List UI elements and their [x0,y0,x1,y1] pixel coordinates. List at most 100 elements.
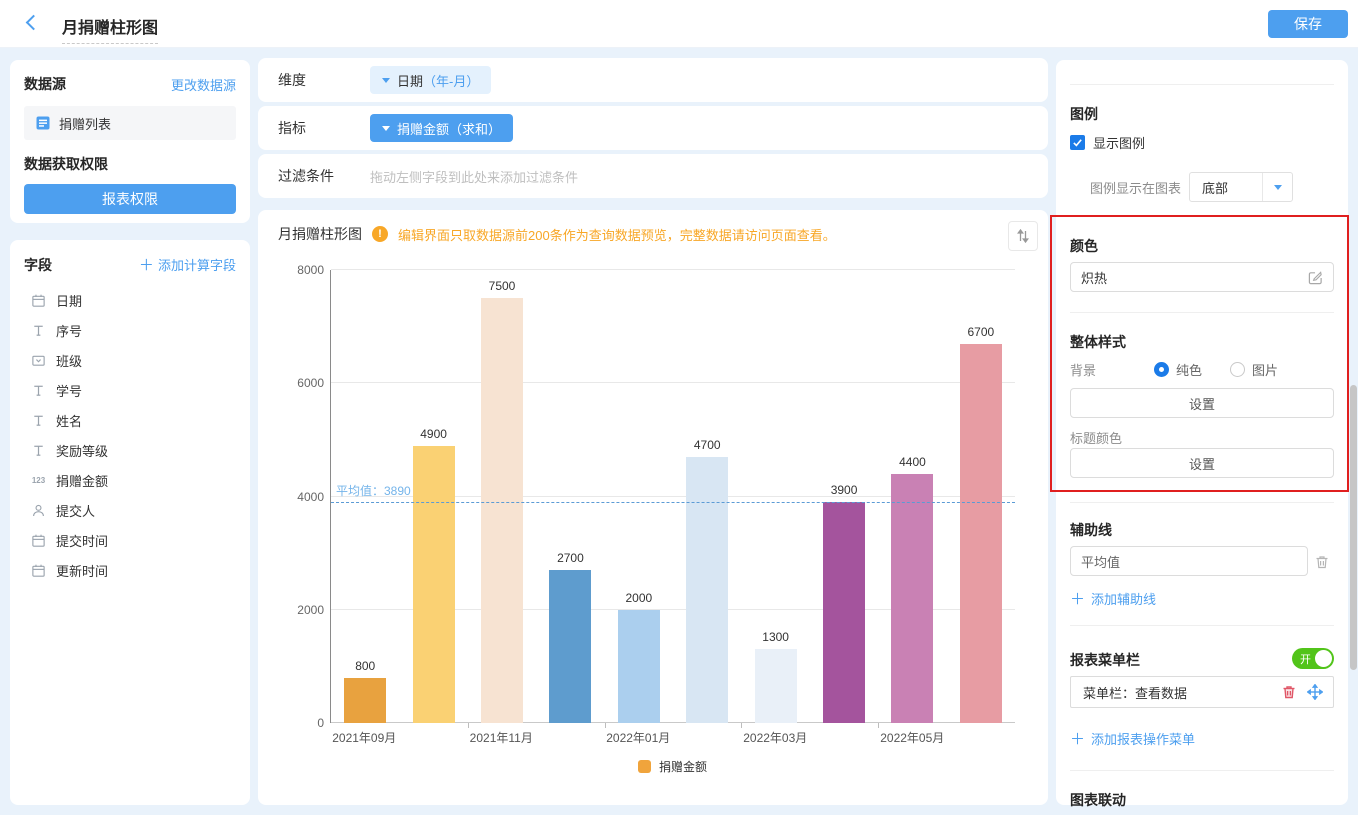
color-theme-input[interactable]: 炽热 [1070,262,1334,292]
report-permission-button[interactable]: 报表权限 [24,184,236,214]
x-axis-label: 2021年11月 [469,731,533,745]
show-legend-label: 显示图例 [1093,136,1146,151]
show-legend-checkbox[interactable] [1070,135,1085,150]
color-section-title: 颜色 [1070,238,1098,254]
scrollbar[interactable] [1350,385,1357,670]
metric-row: 指标 捐赠金额（求和） [258,106,1048,150]
plus-icon: ＋ [1070,591,1086,608]
check-icon [1073,139,1082,147]
x-axis-labels: 2021年09月 2021年11月 2022年01月 2022年03月 2022年05月 [330,729,1015,746]
filter-row[interactable]: 过滤条件 拖动左侧字段到此处来添加过滤条件 [258,154,1048,198]
solid-color-radio[interactable] [1154,362,1169,377]
add-calc-field-link[interactable]: ＋ 添加计算字段 [139,254,236,275]
permission-heading: 数据获取权限 [24,156,108,172]
bar[interactable] [823,502,866,723]
toggle-on-label: 开 [1300,654,1311,666]
bar[interactable] [412,445,455,723]
field-item[interactable]: 123 捐赠金额 [24,465,236,495]
change-datasource-link[interactable]: 更改数据源 [171,75,236,94]
x-axis-tick-mark [604,723,606,728]
edit-icon[interactable] [1308,270,1323,285]
image-radio[interactable] [1230,362,1246,377]
bar-slot: 4700 [673,270,741,723]
legend-label: 捐赠金额 [658,760,707,774]
page-title: 月捐赠柱形图 [62,14,159,44]
bar-value-label: 7500 [488,279,516,294]
bar-value-label: 4900 [420,426,447,441]
y-axis-tick-label: 0 [317,716,324,730]
field-label: 提交时间 [56,533,109,549]
y-axis-tick-label: 4000 [297,489,324,504]
guide-line-name: 平均值 [1081,554,1121,570]
field-list: 日期序号班级学号姓名奖励等级 123 捐赠金额 提交人提交时间更新时间 [24,285,236,585]
warning-text: 编辑界面只取数据源前200条作为查询数据预览，完整数据请访问页面查看。 [398,227,836,243]
menu-item-row[interactable]: 菜单栏：查看数据 [1070,676,1334,708]
toggle-knob [1315,650,1332,667]
save-button[interactable]: 保存 [1268,10,1348,38]
dimension-pill[interactable]: 日期（年-月） [370,66,492,94]
bar-value-label: 6700 [967,324,995,339]
bar[interactable] [686,456,729,723]
bar[interactable] [754,649,797,723]
image-label: 图片 [1252,363,1279,378]
bar[interactable] [344,677,387,723]
delete-menu-item-button[interactable] [1279,682,1299,702]
field-item[interactable]: 更新时间 [24,555,236,585]
bar[interactable] [891,473,934,723]
field-item[interactable]: 提交人 [24,495,236,525]
bar-slot: 2000 [605,270,673,723]
x-axis-label: 2022年03月 [743,731,808,745]
text-icon [30,322,47,339]
report-menu-toggle[interactable]: 开 [1292,648,1334,669]
field-item[interactable]: 日期 [24,285,236,315]
field-label: 更新时间 [56,563,109,579]
bar[interactable] [549,570,592,723]
title-color-set-button[interactable]: 设置 [1070,448,1334,478]
calendar-icon [30,532,47,549]
style-section-title: 整体样式 [1070,334,1126,350]
x-axis-tick-mark [741,723,743,728]
delete-guide-line-button[interactable] [1312,552,1332,572]
back-icon[interactable] [25,14,42,31]
plus-icon: ＋ [1070,731,1086,748]
field-item[interactable]: 姓名 [24,405,236,435]
person-icon [30,502,47,519]
add-report-menu-link[interactable]: ＋添加报表操作菜单 [1070,728,1195,749]
title-color-label: 标题颜色 [1070,431,1123,446]
settings-panel: 图例 显示图例 图例显示在图表 底部 颜色 炽热 整体样式 背景 纯色 图片 设… [1056,60,1348,808]
bar[interactable] [617,609,660,723]
field-label: 序号 [56,323,83,339]
chart-legend[interactable]: 捐赠金额 [330,758,1015,775]
bar-value-label: 800 [355,658,376,673]
bar[interactable] [959,343,1002,723]
background-set-button[interactable]: 设置 [1070,388,1334,418]
metric-pill[interactable]: 捐赠金额（求和） [370,114,514,142]
legend-position-dropdown[interactable]: 底部 [1189,172,1294,202]
datasource-panel: 数据源 更改数据源 捐赠列表 数据获取权限 报表权限 [10,60,250,223]
select-icon [30,352,47,369]
field-item[interactable]: 奖励等级 [24,435,236,465]
chevron-down-icon [382,125,390,131]
dimension-row: 维度 日期（年-月） [258,58,1048,102]
sort-button[interactable] [1008,221,1038,251]
field-item[interactable]: 班级 [24,345,236,375]
field-item[interactable]: 提交时间 [24,525,236,555]
fields-heading: 字段 [24,256,52,273]
x-axis-label [399,729,468,746]
field-item[interactable]: 学号 [24,375,236,405]
guide-line-section-title: 辅助线 [1070,522,1112,538]
x-axis-tick-mark [878,723,880,728]
datasource-heading: 数据源 [24,76,66,92]
field-item[interactable]: 序号 [24,315,236,345]
text-icon [30,412,47,429]
field-label: 学号 [56,383,83,399]
bar[interactable] [481,298,524,723]
field-label: 姓名 [56,413,83,429]
x-axis-label [947,729,1016,746]
bar-slot: 6700 [947,270,1015,723]
bar-value-label: 4400 [899,454,926,469]
datasource-item[interactable]: 捐赠列表 [24,106,236,140]
add-guide-line-link[interactable]: ＋添加辅助线 [1070,588,1156,609]
move-menu-item-handle[interactable] [1305,682,1325,702]
guide-line-input[interactable]: 平均值 [1070,546,1308,576]
